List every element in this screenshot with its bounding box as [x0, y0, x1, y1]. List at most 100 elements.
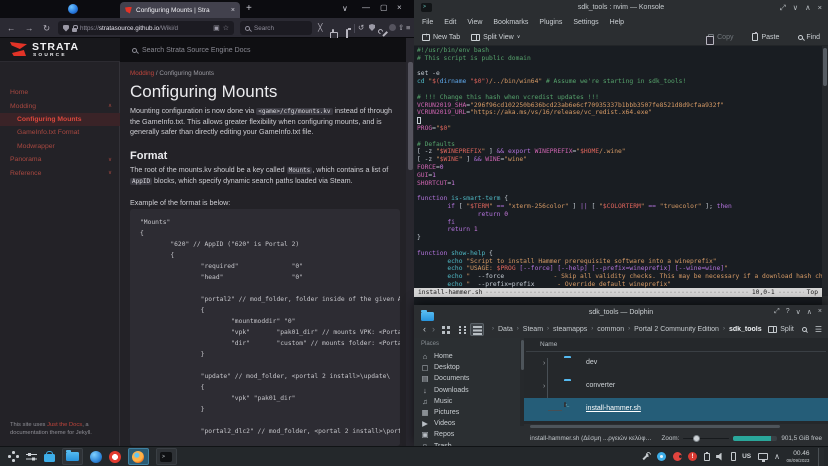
bookmark-star-icon[interactable]: ☆ — [223, 24, 229, 32]
place-item-picture[interactable]: ▦Pictures — [421, 408, 459, 417]
protections-shield-icon[interactable] — [369, 24, 375, 31]
terminal-viewport[interactable]: #!/usr/bin/env bash# This script is publ… — [414, 46, 822, 288]
chevron-down-icon[interactable]: ∨ — [108, 170, 112, 176]
browser-scrollbar[interactable] — [406, 38, 414, 446]
file-row-converter[interactable]: ›converter — [524, 375, 828, 398]
tray-warning-icon[interactable]: ! — [688, 452, 697, 461]
file-row-dev[interactable]: ›dev — [524, 352, 828, 375]
lock-icon[interactable] — [72, 28, 77, 32]
konsole-scrollbar-thumb[interactable] — [823, 48, 827, 86]
place-item-video[interactable]: ▶Videos — [421, 419, 455, 428]
blue-app-icon[interactable] — [90, 451, 102, 463]
new-tab-button[interactable]: New Tab — [422, 34, 460, 41]
split-button[interactable]: Split — [768, 326, 794, 333]
tab-close-icon[interactable]: × — [231, 7, 235, 14]
footer-link[interactable]: Just the Docs — [47, 422, 82, 428]
url-bar[interactable]: https://stratasource.github.io/Wiki/d ▣ … — [58, 21, 234, 35]
extension-icon[interactable] — [389, 24, 396, 31]
dolphin-back-icon[interactable]: ‹ — [420, 324, 429, 334]
file-row-install-hammer-sh[interactable]: install-hammer.sh — [524, 398, 828, 421]
place-item-download[interactable]: ↓Downloads — [421, 386, 469, 395]
sidebar-item-modding[interactable]: Modding∧ — [0, 99, 120, 112]
konsole-scrollbar[interactable] — [822, 46, 828, 296]
place-item-music[interactable]: ♫Music — [421, 397, 452, 406]
menu-edit[interactable]: Edit — [444, 19, 456, 26]
taskbar-dolphin-button[interactable] — [62, 448, 83, 465]
sidebar-item-modwrapper[interactable]: Modwrapper — [0, 140, 120, 153]
back-icon[interactable]: ← — [7, 23, 16, 33]
paste-button[interactable]: Paste — [752, 33, 779, 41]
split-view-button[interactable]: Split View∨ — [471, 34, 520, 41]
tray-device-icon[interactable] — [731, 452, 736, 461]
menu-plugins[interactable]: Plugins — [539, 19, 562, 26]
breadcrumb-common[interactable]: common — [597, 326, 624, 333]
keyboard-layout-indicator[interactable]: US — [742, 453, 751, 460]
reload-icon[interactable]: ↻ — [43, 23, 50, 34]
compact-view-button[interactable] — [454, 323, 468, 336]
cut-icon[interactable]: ╳ — [318, 23, 323, 32]
konsole-maximize-button[interactable]: ∧ — [805, 3, 811, 13]
tracking-shield-icon[interactable] — [63, 25, 69, 32]
red-white-app-icon[interactable] — [109, 451, 121, 463]
browser-search-field[interactable]: Search — [240, 21, 312, 35]
zoom-slider-knob[interactable] — [693, 435, 700, 442]
url-text[interactable]: https://stratasource.github.io/Wiki/d — [80, 25, 210, 32]
breadcrumb-parent[interactable]: Modding — [130, 70, 154, 77]
dolphin-restore-button[interactable]: ⤢ — [774, 308, 780, 316]
expander-icon[interactable]: › — [543, 360, 545, 367]
browser-scrollbar-thumb[interactable] — [408, 62, 413, 170]
app-launcher-icon[interactable] — [8, 455, 11, 458]
column-header-name[interactable]: Name — [540, 341, 557, 348]
sidebar-item-panorama[interactable]: Panorama∨ — [0, 153, 120, 166]
breadcrumb-steam[interactable]: Steam — [523, 326, 543, 333]
site-search-field[interactable]: Search Strata Source Engine Docs — [120, 38, 414, 62]
menu-file[interactable]: File — [422, 19, 433, 26]
discover-icon[interactable] — [44, 454, 55, 463]
sidebar-item-home[interactable]: Home — [0, 86, 120, 99]
logo-word[interactable]: STRATA — [32, 41, 79, 53]
menu-bookmarks[interactable]: Bookmarks — [493, 19, 528, 26]
dolphin-minimize-button[interactable]: ∨ — [796, 308, 801, 316]
icons-view-button[interactable] — [438, 323, 452, 336]
file-list-hscrollbar-thumb[interactable] — [530, 425, 780, 429]
find-button[interactable]: Find — [798, 34, 820, 41]
chevron-up-icon[interactable]: ∧ — [108, 103, 112, 109]
menu-help[interactable]: Help — [610, 19, 624, 26]
konsole-restore-button[interactable]: ⤢ — [780, 3, 786, 13]
tray-expand-icon[interactable]: ∧ — [774, 452, 780, 462]
tray-display-icon[interactable] — [758, 453, 768, 460]
show-desktop-button[interactable] — [818, 448, 824, 466]
dolphin-close-button[interactable]: × — [818, 308, 822, 316]
dolphin-forward-icon[interactable]: › — [429, 324, 438, 334]
firefox-view-icon[interactable] — [68, 4, 78, 14]
tray-volume-icon[interactable] — [716, 453, 724, 461]
breadcrumb-steamapps[interactable]: steamapps — [553, 326, 587, 333]
taskbar-firefox-button[interactable] — [128, 448, 149, 465]
place-item-folder[interactable]: ▣Repos — [421, 430, 454, 439]
breadcrumb-portal-2-community-edition[interactable]: Portal 2 Community Edition — [634, 326, 719, 333]
menu-icon[interactable]: ≡ — [406, 23, 410, 32]
copy-button[interactable]: Copy — [708, 34, 733, 41]
tab-list-dropdown-icon[interactable]: ∨ — [342, 4, 348, 13]
share-icon[interactable]: ⇧ — [398, 23, 404, 32]
dolphin-maximize-button[interactable]: ∧ — [807, 308, 812, 316]
new-tab-button[interactable]: + — [246, 3, 252, 14]
reader-container-icon[interactable]: ▣ — [213, 24, 220, 32]
place-item-document[interactable]: ▤Documents — [421, 374, 469, 383]
sidebar-item-gameinfo-txt-format[interactable]: GameInfo.txt Format — [0, 126, 120, 139]
window-minimize-button[interactable]: — — [362, 3, 370, 12]
browser-tab[interactable]: Configuring Mounts | Stra × — [120, 2, 240, 18]
dolphin-help-button[interactable]: ? — [786, 308, 790, 316]
tray-steam-icon[interactable] — [673, 452, 682, 461]
forward-icon[interactable]: → — [25, 23, 34, 33]
window-maximize-button[interactable]: ▢ — [380, 3, 388, 12]
taskbar-konsole-button[interactable]: > — [156, 448, 177, 465]
window-close-button[interactable]: × — [397, 3, 402, 12]
menu-view[interactable]: View — [467, 19, 482, 26]
breadcrumb-data[interactable]: Data — [498, 326, 513, 333]
sidebar-item-reference[interactable]: Reference∨ — [0, 166, 120, 179]
menu-settings[interactable]: Settings — [573, 19, 598, 26]
breadcrumb-sdk-tools[interactable]: sdk_tools — [729, 326, 762, 333]
zoom-slider[interactable] — [683, 434, 729, 442]
strata-logo-icon[interactable] — [10, 42, 27, 57]
